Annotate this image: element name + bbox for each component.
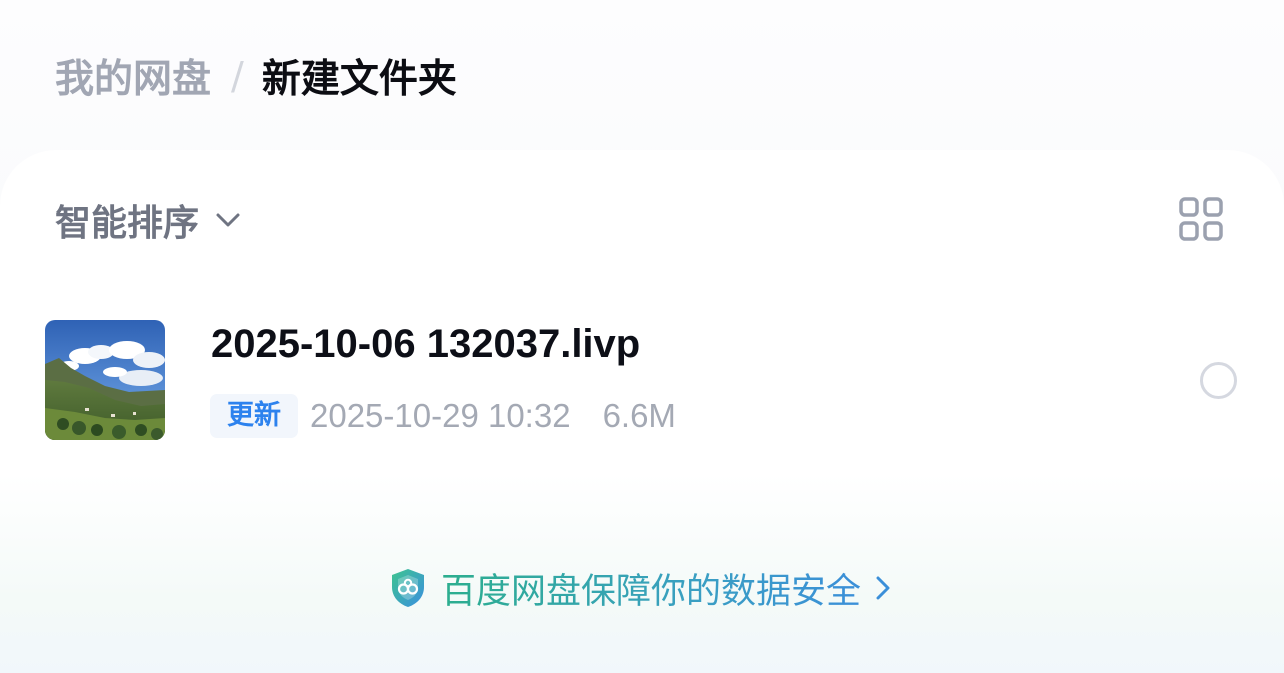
mountain-landscape-photo [45,320,165,440]
file-list-panel: 智能排序 2025-10-06 132037.livp 更新 2025-10-2… [0,150,1284,673]
file-name: 2025-10-06 132037.livp [211,322,641,366]
security-text: 百度网盘保障你的数据安全 [441,563,861,614]
update-badge: 更新 [210,394,298,438]
file-thumbnail[interactable] [45,320,165,440]
shield-icon [391,569,424,607]
breadcrumb-root[interactable]: 我的网盘 [55,48,211,104]
file-size: 6.6M [602,397,676,434]
file-meta: 更新 2025-10-29 10:32 6.6M [210,394,676,438]
chevron-right-icon [876,576,890,600]
grid-view-icon[interactable] [1178,196,1224,242]
breadcrumb-separator: / [231,54,244,98]
sort-dropdown[interactable]: 智能排序 [55,195,243,245]
security-banner[interactable]: 百度网盘保障你的数据安全 [0,563,1284,614]
file-modified-time: 2025-10-29 10:32 [310,397,571,434]
breadcrumb: 我的网盘 / 新建文件夹 [55,50,457,102]
breadcrumb-current-folder: 新建文件夹 [261,57,457,102]
sort-label: 智能排序 [55,203,200,244]
chevron-down-icon [216,213,240,227]
select-checkbox[interactable] [1200,362,1237,399]
file-list-item[interactable]: 2025-10-06 132037.livp 更新 2025-10-29 10:… [0,310,1284,440]
